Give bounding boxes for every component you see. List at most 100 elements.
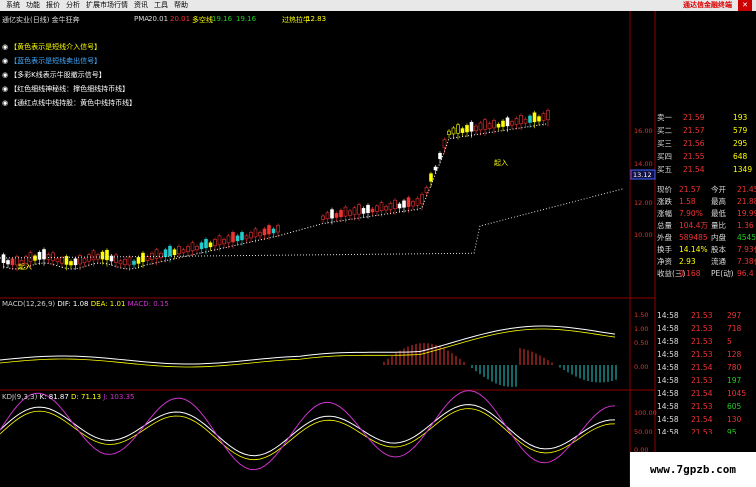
book-volume: 579 [733, 126, 748, 135]
macd-histogram [383, 343, 617, 387]
stat-row: 换手 14.14%股本 7.93亿 [655, 244, 756, 255]
tick-row: 14:58 21.53 605 [655, 401, 756, 412]
tick-price: 21.53 [691, 324, 713, 333]
order-book-row: 卖一 21.59 193 [655, 112, 756, 123]
tick-volume: 605 [727, 402, 742, 411]
tick-price: 21.53 [691, 402, 713, 411]
tick-price: 21.53 [691, 337, 713, 346]
candle-body [10, 258, 15, 266]
tick-time: 14:58 [657, 311, 679, 320]
stat-row: 涨跌 1.58 最高 21.88 [655, 196, 756, 207]
candle-body [87, 254, 91, 262]
stat-label: 今开 [711, 185, 726, 194]
candle-body [474, 125, 478, 131]
kdj-j-line [0, 390, 616, 471]
order-book-row: 买四 21.55 648 [655, 151, 756, 162]
stat-row: 外盘 589485内盘 454559 [655, 232, 756, 243]
candle-body [271, 228, 276, 234]
candle-body [168, 245, 172, 257]
macd-legend: MACD(12,26,9) DIF: 1.08 DEA: 1.01 MACD: … [2, 300, 169, 308]
candle-body [262, 228, 267, 236]
candle-body [172, 249, 177, 256]
current-price-marker: 13.12 [633, 171, 652, 179]
tick-row: 14:58 21.53 5 [655, 336, 756, 347]
price-axis-label: 12.00 [634, 199, 653, 207]
kdj-d-line [0, 408, 616, 461]
buy-signal-label: 起入 [494, 159, 508, 167]
tick-price: 21.53 [691, 428, 713, 434]
candle-body [361, 208, 366, 214]
tick-price: 21.53 [691, 376, 713, 385]
candle-body [415, 198, 420, 206]
candle-body [249, 232, 253, 239]
candle-body [393, 199, 397, 209]
stat-value: 21.45 [737, 185, 756, 194]
tick-row: 14:58 21.53 197 [655, 375, 756, 386]
stat-label: PE(动) [711, 269, 734, 278]
candle-body [505, 117, 510, 127]
candle-body [492, 120, 496, 129]
stat-label: 外盘 [657, 233, 672, 242]
candle-body [352, 207, 357, 216]
stat-row: 涨幅 7.90% 最低 19.99 [655, 208, 756, 219]
candle-body [118, 260, 123, 265]
candle-body [37, 252, 42, 260]
candle-body [460, 128, 465, 133]
book-label: 买四 [657, 152, 672, 161]
book-volume: 295 [733, 139, 748, 148]
candle-body [127, 256, 132, 266]
book-label: 卖一 [657, 113, 672, 122]
candle-body [186, 245, 190, 253]
candle-body [447, 130, 451, 135]
candle-body [451, 127, 456, 135]
candle-body [429, 173, 433, 182]
tick-price: 21.53 [691, 311, 713, 320]
tick-price: 21.53 [691, 350, 713, 359]
macd-axis-label: 1.50 [634, 311, 649, 319]
book-label: 买五 [657, 165, 672, 174]
candle-body [82, 258, 87, 263]
tick-row: 14:58 21.54 1045 [655, 388, 756, 399]
stat-row: 总量 104.4万 量比 1.36 [655, 220, 756, 231]
candle-body [469, 121, 474, 132]
buy-signal-label: 起入 [18, 263, 32, 271]
candle-body [235, 235, 240, 242]
candle-body [465, 125, 469, 133]
stat-label: 股本 [711, 245, 726, 254]
tick-volume: 297 [727, 311, 742, 320]
candle-body [528, 115, 532, 123]
kdj-legend: KDJ(9,3,3) K: 81.87 D: 71.13 J: 103.35 [2, 393, 135, 401]
candle-body [334, 213, 339, 218]
book-label: 买二 [657, 126, 672, 135]
candle-body [190, 242, 195, 252]
macd-axis-label: 1.00 [634, 325, 649, 333]
moving-average-line [3, 123, 549, 270]
candle-body [240, 232, 244, 241]
stat-label: 最高 [711, 197, 726, 206]
candle-body [217, 235, 222, 246]
stat-row: 净资 2.93 流通 7.38亿 [655, 256, 756, 267]
tick-time: 14:58 [657, 389, 679, 398]
tick-volume: 197 [727, 376, 742, 385]
candle-body [478, 122, 483, 131]
candle-body [442, 139, 447, 148]
candle-body [132, 260, 136, 265]
tick-time: 14:58 [657, 324, 679, 333]
stat-label: 换手 [657, 245, 672, 254]
stat-value: 14.14% [679, 245, 708, 254]
candle-body [222, 239, 226, 245]
stat-value: 7.93亿 [737, 245, 756, 254]
kdj-k-line [0, 404, 616, 457]
candle-body [424, 187, 429, 193]
order-book-row: 买三 21.56 295 [655, 138, 756, 149]
stat-value: 19.99 [737, 209, 756, 218]
stat-value: 0.168 [679, 269, 701, 278]
tick-volume: 95 [727, 428, 737, 434]
stat-value: 589485 [679, 233, 708, 242]
candle-body [114, 254, 118, 263]
candle-body [348, 210, 352, 216]
stat-label: 量比 [711, 221, 726, 230]
stat-value: 96.4 [737, 269, 754, 278]
order-book-row: 买五 21.54 1349 [655, 164, 756, 175]
tick-volume: 1045 [727, 389, 747, 398]
